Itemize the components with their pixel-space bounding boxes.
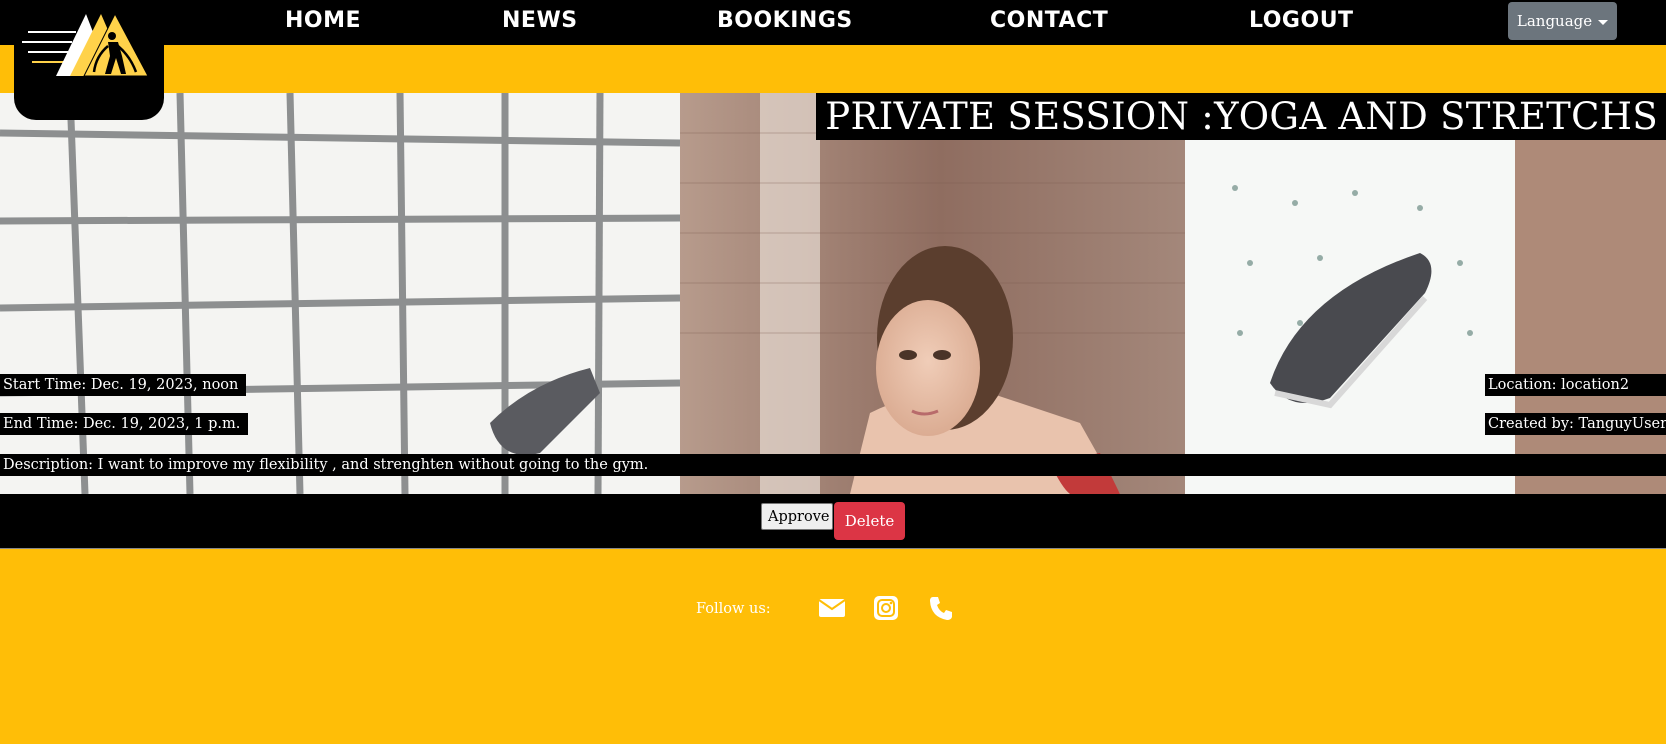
nav-bookings-link[interactable]: BOOKINGS — [717, 6, 853, 36]
session-action-bar: Approve Delete — [0, 494, 1666, 549]
start-time-label: Start Time: Dec. 19, 2023, noon — [0, 374, 247, 396]
hero-background-photo — [0, 93, 1666, 494]
follow-us-label: Follow us: — [696, 601, 771, 617]
nav-home-link[interactable]: HOME — [285, 6, 361, 36]
end-time-label: End Time: Dec. 19, 2023, 1 p.m. — [0, 413, 249, 435]
created-by-label: Created by: TanguyUser — [1485, 413, 1666, 435]
approve-button[interactable]: Approve — [761, 503, 833, 530]
header-yellow-band — [0, 45, 1666, 93]
description-label: Description: I want to improve my flexib… — [0, 454, 1666, 476]
site-logo[interactable] — [14, 0, 164, 120]
session-hero-banner: PRIVATE SESSION :YOGA AND STRETCHS Start… — [0, 93, 1666, 494]
top-navbar: HOME NEWS BOOKINGS CONTACT LOGOUT Langua… — [0, 0, 1666, 45]
nav-contact-link[interactable]: CONTACT — [990, 6, 1108, 36]
location-label: Location: location2 — [1485, 374, 1666, 396]
envelope-icon[interactable] — [818, 594, 846, 622]
session-title: PRIVATE SESSION :YOGA AND STRETCHS — [816, 93, 1666, 140]
nav-news-link[interactable]: NEWS — [502, 6, 578, 36]
site-footer: Follow us: — [0, 549, 1666, 744]
language-label: Language — [1516, 12, 1593, 30]
delete-button[interactable]: Delete — [834, 502, 905, 540]
phone-icon[interactable] — [927, 594, 955, 622]
caret-down-icon — [1598, 19, 1609, 25]
language-dropdown-button[interactable]: Language — [1508, 2, 1617, 40]
instagram-icon[interactable] — [872, 594, 900, 622]
nav-logout-link[interactable]: LOGOUT — [1249, 6, 1354, 36]
gym-triangle-logo-icon — [22, 12, 149, 77]
